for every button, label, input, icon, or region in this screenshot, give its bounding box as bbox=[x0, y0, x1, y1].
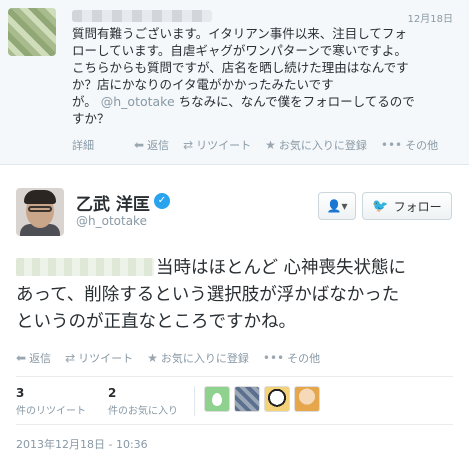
divider bbox=[16, 376, 453, 377]
favorite-stat[interactable]: 2 件のお気に入り bbox=[108, 386, 178, 417]
egg-avatar[interactable] bbox=[204, 386, 230, 412]
more-dots-icon: ••• bbox=[262, 351, 285, 365]
user-avatar[interactable] bbox=[294, 386, 320, 412]
more-button[interactable]: ••• その他 bbox=[263, 350, 320, 366]
reply-actions: ⬅ 返信 ⇄ リツイート ★ お気に入りに登録 ••• その他 bbox=[134, 137, 452, 153]
retweet-button[interactable]: ⇄ リツイート bbox=[183, 137, 251, 153]
more-button[interactable]: ••• その他 bbox=[381, 137, 438, 153]
detail-link[interactable]: 詳細 bbox=[72, 137, 94, 153]
retweet-icon: ⇄ bbox=[183, 138, 194, 152]
user-actions-button[interactable]: 👤▾ bbox=[318, 192, 356, 220]
favoriter-avatars bbox=[204, 386, 320, 412]
twitter-bird-icon: 🐦 bbox=[372, 198, 389, 214]
reply-date[interactable]: 12月18日 bbox=[408, 10, 453, 25]
favorite-button[interactable]: ★ お気に入りに登録 bbox=[147, 350, 249, 366]
star-icon: ★ bbox=[265, 138, 276, 152]
reply-arrow-icon: ⬅ bbox=[134, 138, 145, 152]
user-avatar[interactable] bbox=[264, 386, 290, 412]
follow-button[interactable]: 🐦 フォロー bbox=[362, 192, 452, 220]
tweet-timestamp[interactable]: 2013年12月18日 - 10:36 bbox=[16, 436, 148, 452]
verified-badge-icon: ✓ bbox=[154, 193, 170, 209]
retweet-button[interactable]: ⇄ リツイート bbox=[65, 350, 133, 366]
reply-button[interactable]: ⬅ 返信 bbox=[16, 350, 51, 366]
person-dropdown-icon: 👤▾ bbox=[326, 199, 348, 213]
divider bbox=[16, 424, 453, 425]
more-dots-icon: ••• bbox=[380, 138, 403, 152]
tweet-text: 当時はほとんど 心神喪失状態に あって、削除するという選択肢が浮かばなかった と… bbox=[16, 258, 407, 332]
reply-text: 質問有難うございます。イタリアン事件以来、注目してフォ ローしています。自虐ギャ… bbox=[72, 26, 415, 126]
retweet-stat[interactable]: 3 件のリツイート bbox=[16, 386, 86, 417]
star-icon: ★ bbox=[147, 351, 158, 365]
screen-name[interactable]: @h_ototake bbox=[76, 214, 147, 228]
blurred-avatar[interactable] bbox=[8, 8, 56, 56]
favorite-button[interactable]: ★ お気に入りに登録 bbox=[265, 137, 367, 153]
blurred-user-name bbox=[72, 10, 212, 22]
reply-tweet: 12月18日 質問有難うございます。イタリアン事件以来、注目してフォ ローしてい… bbox=[0, 0, 469, 165]
mention-link[interactable]: @h_ototake bbox=[101, 94, 175, 109]
tweet-actions: ⬅ 返信 ⇄ リツイート ★ お気に入りに登録 ••• その他 bbox=[16, 350, 334, 366]
reply-button[interactable]: ⬅ 返信 bbox=[134, 137, 169, 153]
blurred-mention[interactable] bbox=[16, 258, 154, 276]
stat-separator bbox=[194, 386, 195, 416]
user-avatar[interactable] bbox=[234, 386, 260, 412]
retweet-icon: ⇄ bbox=[65, 351, 76, 365]
display-name[interactable]: 乙武 洋匡 bbox=[76, 190, 150, 215]
profile-avatar[interactable] bbox=[16, 188, 64, 236]
reply-arrow-icon: ⬅ bbox=[16, 351, 27, 365]
